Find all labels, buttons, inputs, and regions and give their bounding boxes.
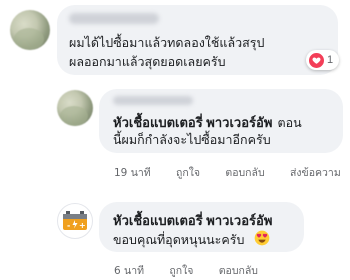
page-reply-actions: 6 นาที ถูกใจ ตอบกลับ [114,262,258,279]
send-message-button[interactable]: ส่งข้อความ [290,164,341,181]
page-reply-button[interactable]: ตอบกลับ [219,262,258,279]
comment-text-line-2: ผลออกมาแล้วสุดยอดเลยครับ [69,54,226,69]
page-like-button[interactable]: ถูกใจ [169,262,193,279]
heart-eyes-emoji-icon [254,230,269,246]
battery-logo-icon: - + [63,211,87,230]
reply-bubble: หัวเชื้อแบตเตอรี่ พาวเวอร์อัพ ตอน นี้ผมก… [99,89,343,153]
page-reply-timestamp[interactable]: 6 นาที [114,262,144,279]
reply-timestamp[interactable]: 19 นาที [114,164,151,181]
reply-commenter-avatar[interactable] [57,90,93,126]
reply-mention-name[interactable]: หัวเชื้อแบตเตอรี่ พาวเวอร์อัพ [113,115,272,130]
page-reply-bubble: หัวเชื้อแบตเตอรี่ พาวเวอร์อัพ ขอบคุณที่อ… [99,202,304,252]
commenter-avatar[interactable] [10,10,50,50]
reaction-count: 1 [327,54,334,66]
avatar-blur-shape [60,106,88,126]
comment-bubble: ผมได้ไปซื้อมาแล้วทดลองใช้แล้วสรุป ผลออกม… [57,5,338,75]
reply-text-line-2: นี้ผมก็กำลังจะไปซื้อมาอีกครับ [113,132,271,147]
commenter-name-blurred[interactable] [69,13,159,24]
reply-commenter-name-blurred[interactable] [113,96,193,105]
page-avatar[interactable]: - + [57,203,93,239]
reply-button[interactable]: ตอบกลับ [225,164,264,181]
heart-icon [309,52,324,68]
svg-text:+: + [79,221,86,230]
reply-actions: 19 นาที ถูกใจ ตอบกลับ ส่งข้อความ [114,164,341,181]
like-button[interactable]: ถูกใจ [176,164,200,181]
svg-text:-: - [67,221,70,230]
page-name[interactable]: หัวเชื้อแบตเตอรี่ พาวเวอร์อัพ [113,210,272,231]
page-reply-text: ขอบคุณที่อุดหนุนนะครับ [113,232,245,247]
comment-text-line-1: ผมได้ไปซื้อมาแล้วทดลองใช้แล้วสรุป [69,35,265,50]
avatar-blur-shape [14,28,44,50]
page-reply-line: ขอบคุณที่อุดหนุนนะครับ [113,229,270,249]
reaction-badge[interactable]: 1 [306,50,340,70]
reply-text-line-1-tail: ตอน [277,115,302,130]
